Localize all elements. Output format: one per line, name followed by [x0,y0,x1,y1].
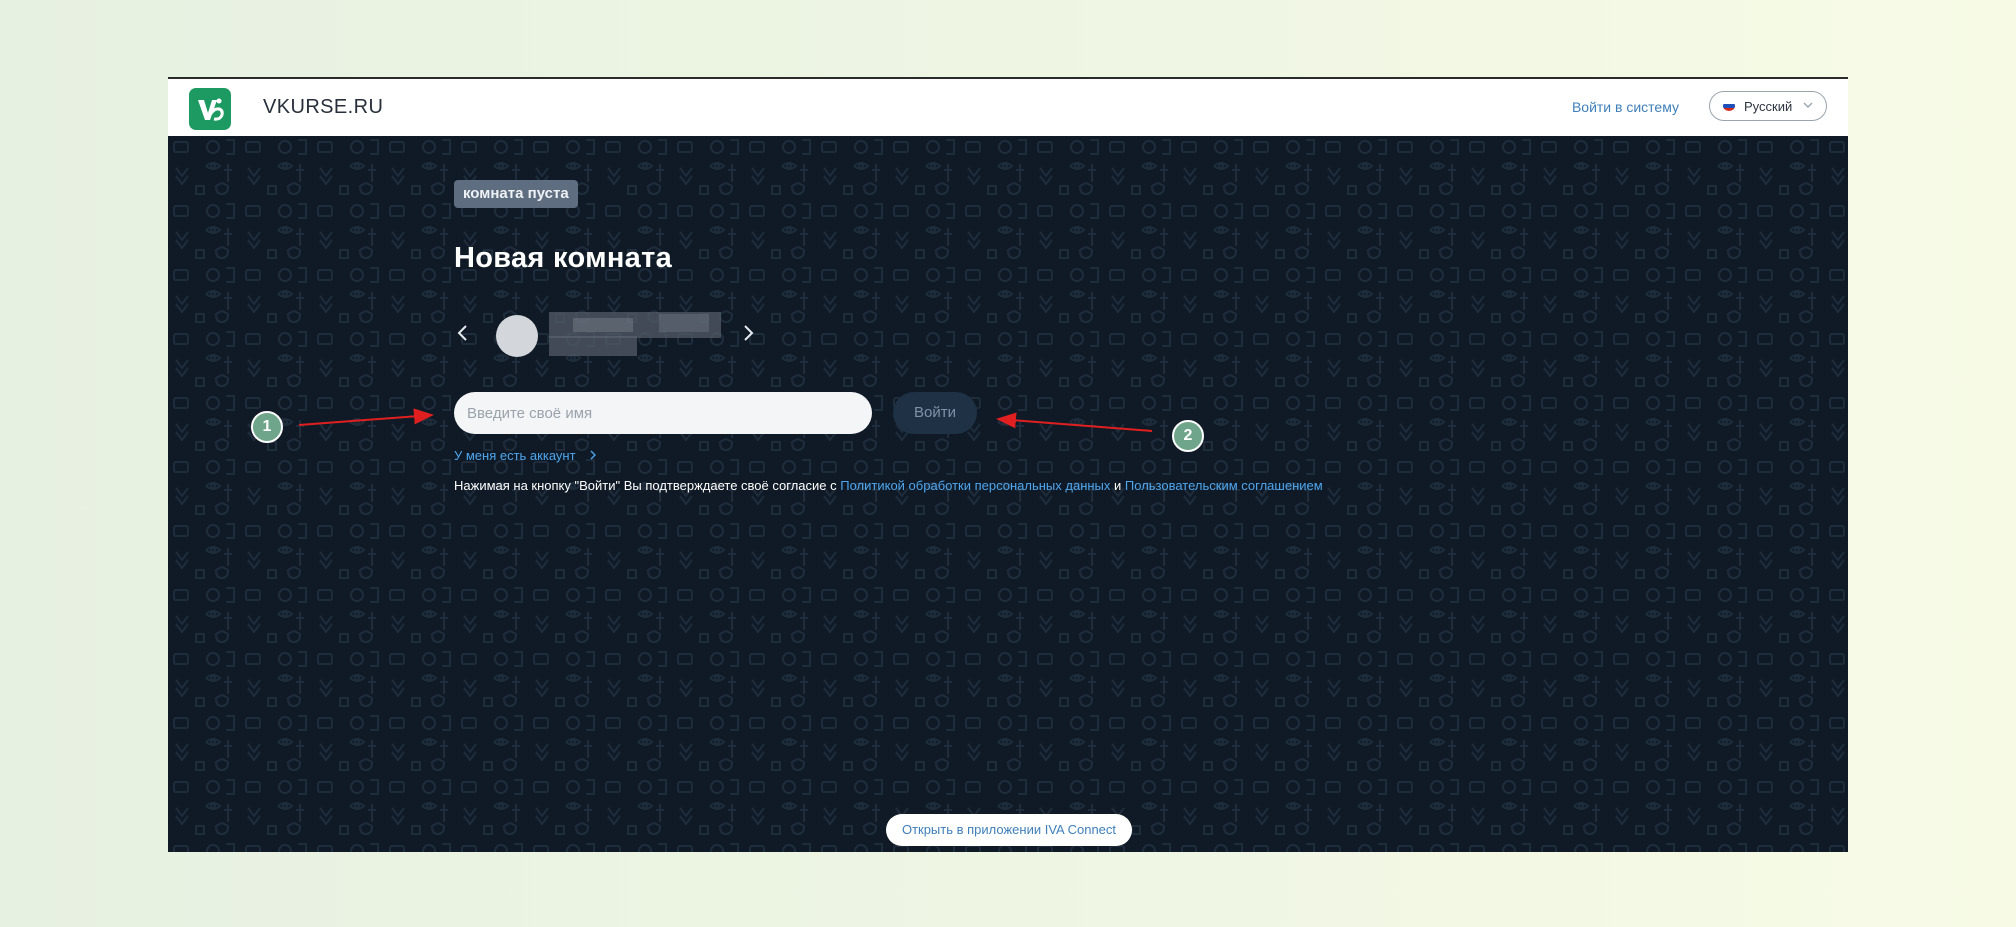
consent-conjunction: и [1114,478,1122,493]
chevron-right-icon[interactable] [738,321,758,345]
room-title: Новая комната [454,242,673,274]
room-status-badge: комната пуста [454,180,578,208]
background-pattern [168,136,1848,852]
privacy-policy-link[interactable]: Политикой обработки персональных данных [840,478,1110,493]
chevron-down-icon [1802,97,1814,116]
account-link[interactable]: У меня есть аккаунт [454,448,597,463]
brand-name: VKURSE.RU [263,96,384,118]
terms-link[interactable]: Пользовательским соглашением [1125,478,1323,493]
participant-name-redacted [549,312,721,356]
language-label: Русский [1744,99,1793,114]
name-input[interactable] [454,392,872,434]
account-link-label: У меня есть аккаунт [454,448,576,463]
enter-button[interactable]: Войти [893,392,977,434]
avatar [496,315,538,357]
consent-text: Нажимая на кнопку "Войти" Вы подтверждае… [454,478,1323,493]
language-select[interactable]: Русский [1709,91,1827,121]
logo-icon[interactable] [189,88,231,130]
chevron-right-small-icon [586,448,598,463]
room-hero: комната пуста Новая комната Войти У меня… [168,136,1848,852]
russia-flag-icon [1723,101,1735,111]
top-header: VKURSE.RU Войти в систему Русский [168,79,1848,136]
annotation-marker-2: 2 [1172,420,1204,452]
login-link[interactable]: Войти в систему [1572,99,1679,115]
chevron-left-icon[interactable] [453,321,473,345]
annotation-marker-1: 1 [251,411,283,443]
open-in-app-button[interactable]: Открыть в приложении IVA Connect [886,814,1132,846]
app-window: VKURSE.RU Войти в систему Русский комнат… [168,77,1848,852]
consent-prefix: Нажимая на кнопку "Войти" Вы подтверждае… [454,478,837,493]
